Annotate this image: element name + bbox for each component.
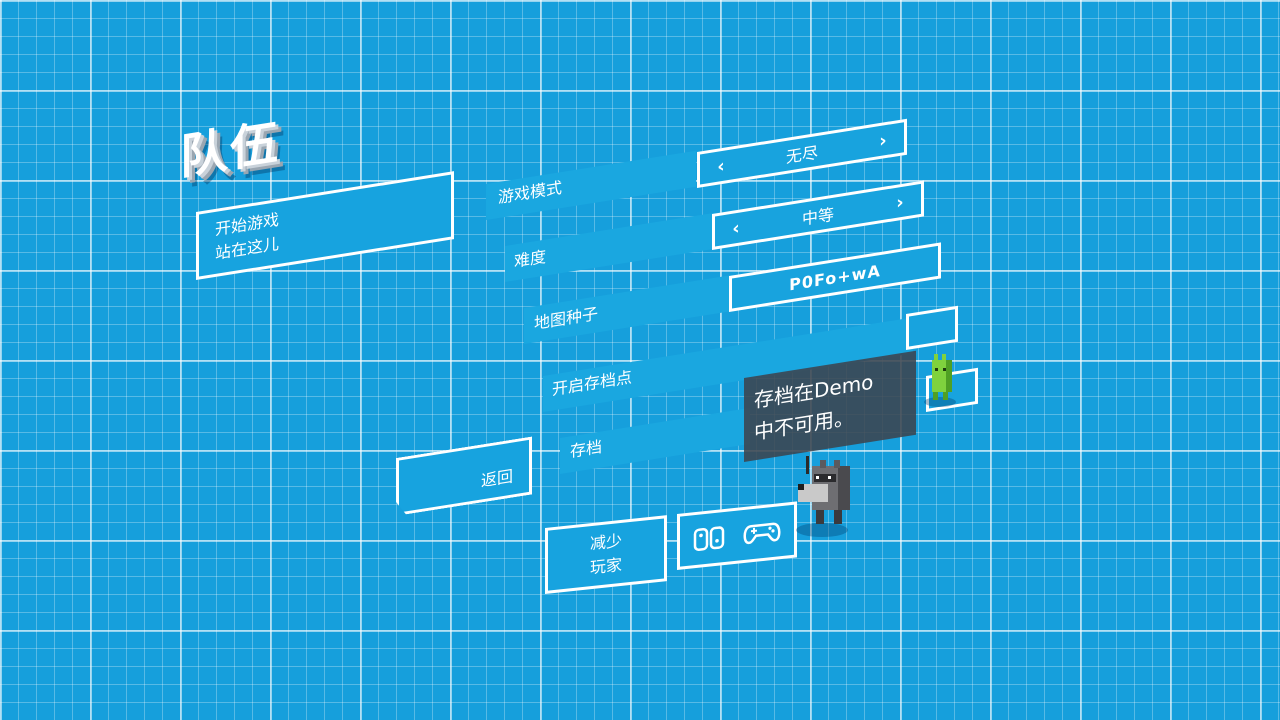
back-button-label: 返回 <box>480 466 513 491</box>
lobby-scene: 队伍 开始游戏 站在这儿 游戏模式 难度 地图种子 开启存档点 存档 ‹ 无尽 … <box>0 0 1280 720</box>
chevron-right-icon[interactable]: › <box>874 129 892 153</box>
checkpoint-checkbox[interactable] <box>906 305 958 350</box>
chevron-right-icon[interactable]: › <box>891 190 909 214</box>
joycon-icon <box>693 526 725 551</box>
difficulty-selector[interactable]: ‹ 中等 › <box>712 180 924 250</box>
chevron-left-icon[interactable]: ‹ <box>727 216 745 240</box>
green-player-character <box>924 354 956 407</box>
chevron-left-icon[interactable]: ‹ <box>712 154 730 178</box>
difficulty-label: 难度 <box>514 246 547 271</box>
controller-icon <box>743 522 781 545</box>
reduce-players-button[interactable]: 减少 玩家 <box>545 515 667 594</box>
difficulty-value: 中等 <box>801 204 834 229</box>
raccoon-player-character <box>796 456 850 537</box>
map-seed-field[interactable]: P0Fo+wA <box>729 242 941 312</box>
back-button[interactable]: 返回 <box>396 436 532 516</box>
game-mode-value: 无尽 <box>785 142 818 167</box>
game-mode-selector[interactable]: ‹ 无尽 › <box>697 118 907 188</box>
start-game-zone[interactable]: 开始游戏 站在这儿 <box>196 171 454 280</box>
controller-button[interactable] <box>677 501 797 570</box>
save-label: 存档 <box>570 436 603 461</box>
page-title: 队伍 <box>180 114 281 186</box>
